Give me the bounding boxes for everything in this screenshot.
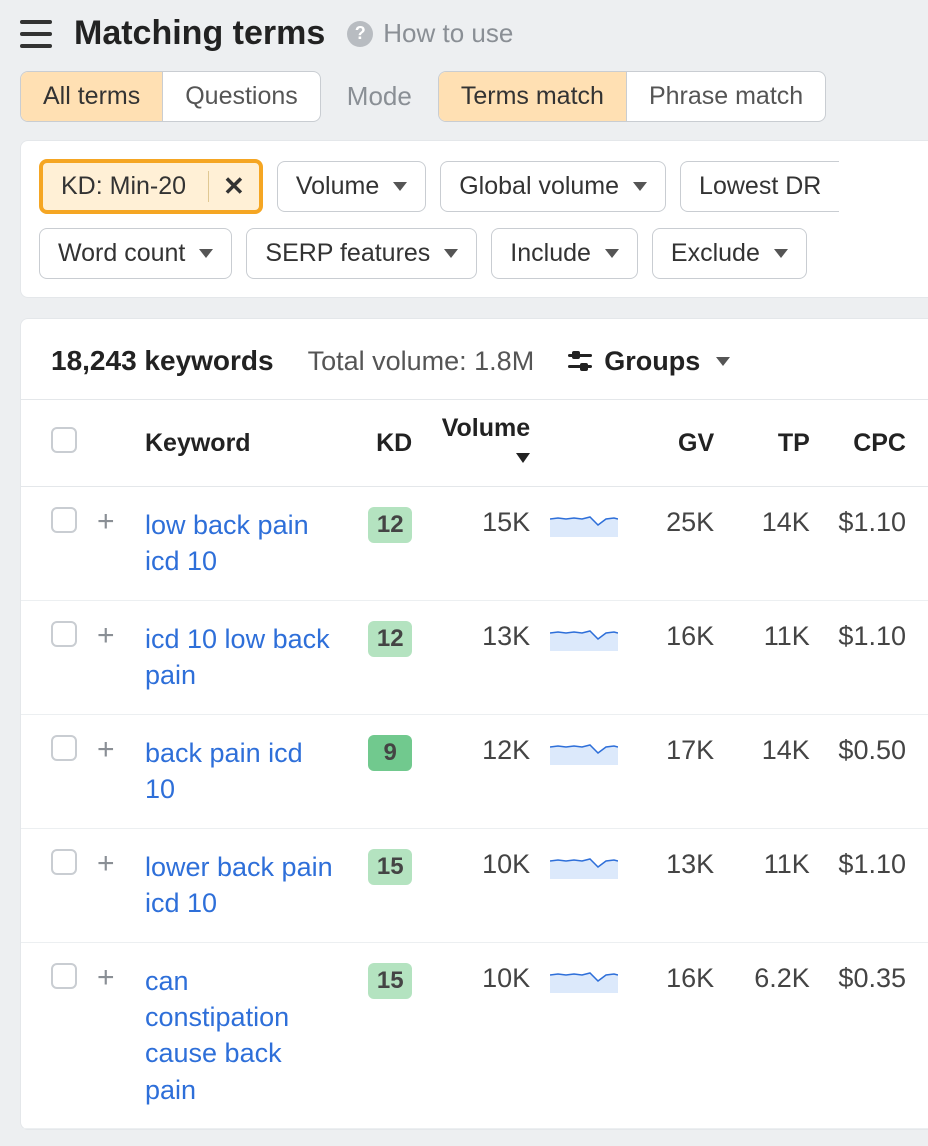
add-icon[interactable]: + (97, 736, 125, 764)
volume-value: 13K (422, 600, 540, 714)
filter-word-count[interactable]: Word count (39, 228, 232, 279)
total-volume: Total volume: 1.8M (308, 346, 535, 377)
kd-badge: 15 (368, 963, 412, 999)
chevron-down-icon (716, 357, 730, 366)
filter-global-volume[interactable]: Global volume (440, 161, 666, 212)
filter-include[interactable]: Include (491, 228, 638, 279)
sort-desc-icon (516, 453, 530, 463)
kd-badge: 12 (368, 507, 412, 543)
results-panel: 18,243 keywords Total volume: 1.8M Group… (20, 318, 928, 1130)
tp-value: 11K (724, 600, 820, 714)
add-icon[interactable]: + (97, 622, 125, 650)
row-checkbox[interactable] (51, 849, 77, 875)
chevron-down-icon (774, 249, 788, 258)
table-row: + lower back pain icd 10 15 10K 13K 11K … (21, 828, 928, 942)
volume-value: 10K (422, 828, 540, 942)
row-checkbox[interactable] (51, 621, 77, 647)
row-checkbox[interactable] (51, 507, 77, 533)
mode-tabs: Terms matchPhrase match (438, 71, 826, 122)
tp-value: 11K (724, 828, 820, 942)
cpc-value: $1.10 (820, 487, 928, 601)
filter-lowest-dr[interactable]: Lowest DR (680, 161, 839, 212)
sparkline-chart (550, 735, 618, 765)
keywords-table: Keyword KD Volume GV TP CPC + low back p… (21, 399, 928, 1129)
sparkline-chart (550, 621, 618, 651)
tab-all-terms[interactable]: All terms (21, 72, 163, 121)
keyword-link[interactable]: lower back pain icd 10 (145, 849, 335, 922)
volume-value: 10K (422, 942, 540, 1129)
tab-terms-match[interactable]: Terms match (439, 72, 627, 121)
chevron-down-icon (199, 249, 213, 258)
chevron-down-icon (393, 182, 407, 191)
chevron-down-icon (444, 249, 458, 258)
gv-value: 16K (630, 942, 724, 1129)
row-checkbox[interactable] (51, 963, 77, 989)
gv-value: 13K (630, 828, 724, 942)
keyword-link[interactable]: back pain icd 10 (145, 735, 335, 808)
filter-exclude[interactable]: Exclude (652, 228, 807, 279)
keyword-count: 18,243 keywords (51, 345, 274, 377)
col-kd[interactable]: KD (345, 400, 422, 487)
kd-badge: 12 (368, 621, 412, 657)
select-all-checkbox[interactable] (51, 427, 77, 453)
menu-icon[interactable] (20, 20, 52, 48)
col-volume[interactable]: Volume (422, 400, 540, 487)
how-to-use-link[interactable]: ? How to use (347, 18, 513, 49)
add-icon[interactable]: + (97, 850, 125, 878)
mode-label: Mode (347, 81, 412, 112)
sparkline-chart (550, 507, 618, 537)
keyword-link[interactable]: low back pain icd 10 (145, 507, 335, 580)
view-tabs: All termsQuestions (20, 71, 321, 122)
chevron-down-icon (633, 182, 647, 191)
tp-value: 14K (724, 487, 820, 601)
volume-value: 12K (422, 714, 540, 828)
sparkline-chart (550, 963, 618, 993)
filter-kd-label: KD: Min-20 (61, 172, 186, 201)
gv-value: 16K (630, 600, 724, 714)
table-row: + can constipation cause back pain 15 10… (21, 942, 928, 1129)
tp-value: 6.2K (724, 942, 820, 1129)
add-icon[interactable]: + (97, 508, 125, 536)
col-cpc[interactable]: CPC (820, 400, 928, 487)
gv-value: 17K (630, 714, 724, 828)
col-keyword[interactable]: Keyword (135, 400, 345, 487)
col-tp[interactable]: TP (724, 400, 820, 487)
table-row: + icd 10 low back pain 12 13K 16K 11K $1… (21, 600, 928, 714)
sparkline-chart (550, 849, 618, 879)
add-icon[interactable]: + (97, 964, 125, 992)
filter-volume[interactable]: Volume (277, 161, 426, 212)
filters-panel: KD: Min-20 ✕ Volume Global volume Lowest… (20, 140, 928, 298)
tab-phrase-match[interactable]: Phrase match (627, 72, 825, 121)
table-row: + low back pain icd 10 12 15K 25K 14K $1… (21, 487, 928, 601)
tab-questions[interactable]: Questions (163, 72, 320, 121)
cpc-value: $1.10 (820, 600, 928, 714)
chevron-down-icon (605, 249, 619, 258)
table-row: + back pain icd 10 9 12K 17K 14K $0.50 (21, 714, 928, 828)
close-icon[interactable]: ✕ (208, 171, 259, 202)
kd-badge: 15 (368, 849, 412, 885)
keyword-link[interactable]: icd 10 low back pain (145, 621, 335, 694)
gv-value: 25K (630, 487, 724, 601)
help-label: How to use (383, 18, 513, 49)
cpc-value: $0.50 (820, 714, 928, 828)
tp-value: 14K (724, 714, 820, 828)
cpc-value: $0.35 (820, 942, 928, 1129)
cpc-value: $1.10 (820, 828, 928, 942)
page-title: Matching terms (74, 14, 325, 53)
help-icon: ? (347, 21, 373, 47)
col-gv[interactable]: GV (630, 400, 724, 487)
row-checkbox[interactable] (51, 735, 77, 761)
volume-value: 15K (422, 487, 540, 601)
filter-serp-features[interactable]: SERP features (246, 228, 477, 279)
sliders-icon (568, 350, 592, 372)
keyword-link[interactable]: can constipation cause back pain (145, 963, 335, 1109)
groups-toggle[interactable]: Groups (568, 346, 730, 377)
kd-badge: 9 (368, 735, 412, 771)
filter-kd[interactable]: KD: Min-20 ✕ (39, 159, 263, 214)
